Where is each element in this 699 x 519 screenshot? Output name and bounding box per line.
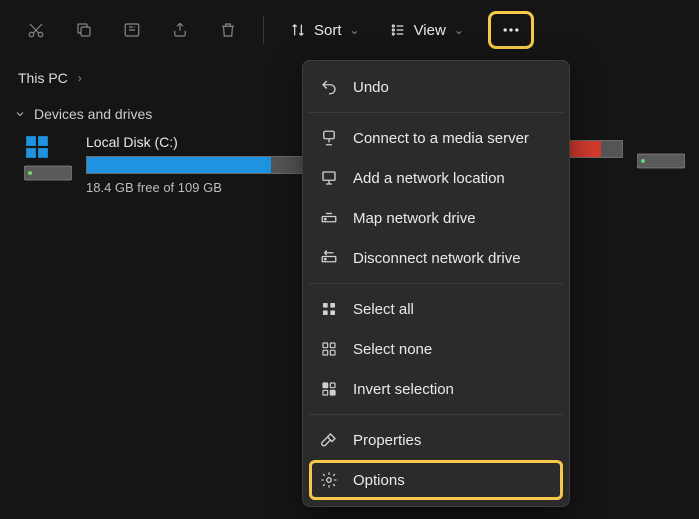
menu-label: Select none (353, 341, 432, 358)
drive-free-text: 18.4 GB free of 109 GB (86, 180, 310, 195)
network-location-icon (319, 168, 339, 188)
disk-icon (24, 164, 72, 182)
menu-separator (309, 414, 563, 415)
menu-label: Options (353, 472, 405, 489)
menu-invert-selection[interactable]: Invert selection (309, 369, 563, 409)
menu-map-network-drive[interactable]: Map network drive (309, 198, 563, 238)
menu-select-none[interactable]: Select none (309, 329, 563, 369)
usage-bar (86, 156, 310, 174)
menu-properties[interactable]: Properties (309, 420, 563, 460)
menu-connect-media-server[interactable]: Connect to a media server (309, 118, 563, 158)
invert-selection-icon (319, 379, 339, 399)
toolbar-separator (263, 16, 264, 44)
breadcrumb-root[interactable]: This PC (18, 70, 68, 86)
toolbar: Sort ⌄ View ⌄ (0, 0, 699, 60)
undo-icon (319, 77, 339, 97)
media-server-icon (319, 128, 339, 148)
sort-label: Sort (314, 22, 342, 39)
menu-undo[interactable]: Undo (309, 67, 563, 107)
gear-icon (319, 470, 339, 490)
chevron-right-icon: › (78, 71, 82, 85)
disk-icon (637, 152, 685, 170)
chevron-down-icon (14, 108, 26, 120)
menu-label: Add a network location (353, 170, 505, 187)
sort-icon (290, 22, 306, 38)
context-menu: Undo Connect to a media server Add a net… (302, 60, 570, 507)
menu-separator (309, 283, 563, 284)
map-drive-icon (319, 208, 339, 228)
copy-button[interactable] (63, 11, 105, 49)
more-button[interactable] (488, 11, 534, 49)
menu-label: Map network drive (353, 210, 476, 227)
rename-button[interactable] (111, 11, 153, 49)
disconnect-drive-icon (319, 248, 339, 268)
menu-label: Disconnect network drive (353, 250, 521, 267)
select-all-icon (319, 299, 339, 319)
view-button[interactable]: View ⌄ (378, 11, 476, 49)
menu-options[interactable]: Options (309, 460, 563, 500)
select-none-icon (319, 339, 339, 359)
menu-label: Connect to a media server (353, 130, 529, 147)
drive-item[interactable]: Local Disk (C:) 18.4 GB free of 109 GB (24, 134, 310, 195)
view-label: View (414, 22, 446, 39)
menu-label: Properties (353, 432, 421, 449)
menu-add-network-location[interactable]: Add a network location (309, 158, 563, 198)
ellipsis-icon (501, 20, 521, 40)
menu-label: Undo (353, 79, 389, 96)
chevron-down-icon: ⌄ (454, 23, 464, 37)
delete-button[interactable] (207, 11, 249, 49)
menu-select-all[interactable]: Select all (309, 289, 563, 329)
menu-separator (309, 112, 563, 113)
menu-label: Invert selection (353, 381, 454, 398)
section-label: Devices and drives (34, 106, 152, 122)
properties-icon (319, 430, 339, 450)
cut-button[interactable] (15, 11, 57, 49)
view-icon (390, 22, 406, 38)
windows-icon (24, 134, 72, 160)
menu-disconnect-network-drive[interactable]: Disconnect network drive (309, 238, 563, 278)
menu-label: Select all (353, 301, 414, 318)
chevron-down-icon: ⌄ (350, 23, 360, 37)
share-button[interactable] (159, 11, 201, 49)
drive-name: Local Disk (C:) (86, 134, 310, 150)
sort-button[interactable]: Sort ⌄ (278, 11, 372, 49)
